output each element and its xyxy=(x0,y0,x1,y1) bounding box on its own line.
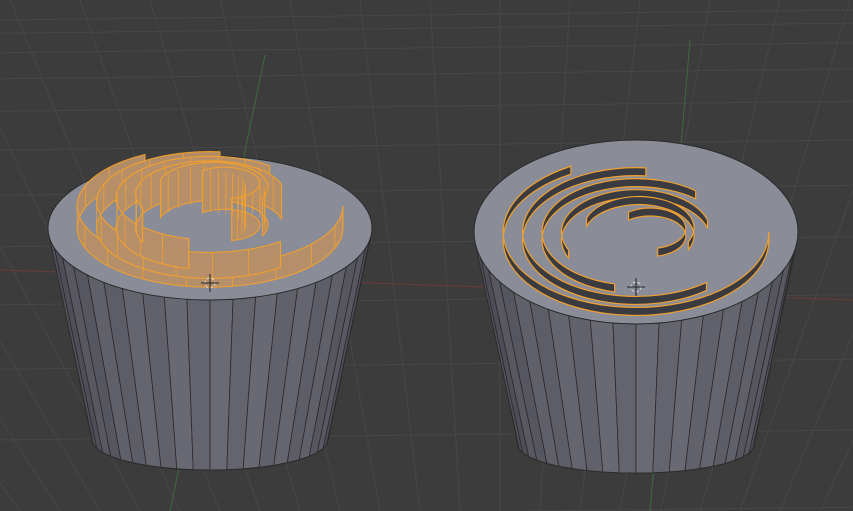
3d-viewport[interactable] xyxy=(0,0,853,511)
viewport-canvas[interactable] xyxy=(0,0,853,511)
cylinder-right[interactable] xyxy=(473,139,799,474)
cylinder-left[interactable] xyxy=(47,151,373,471)
